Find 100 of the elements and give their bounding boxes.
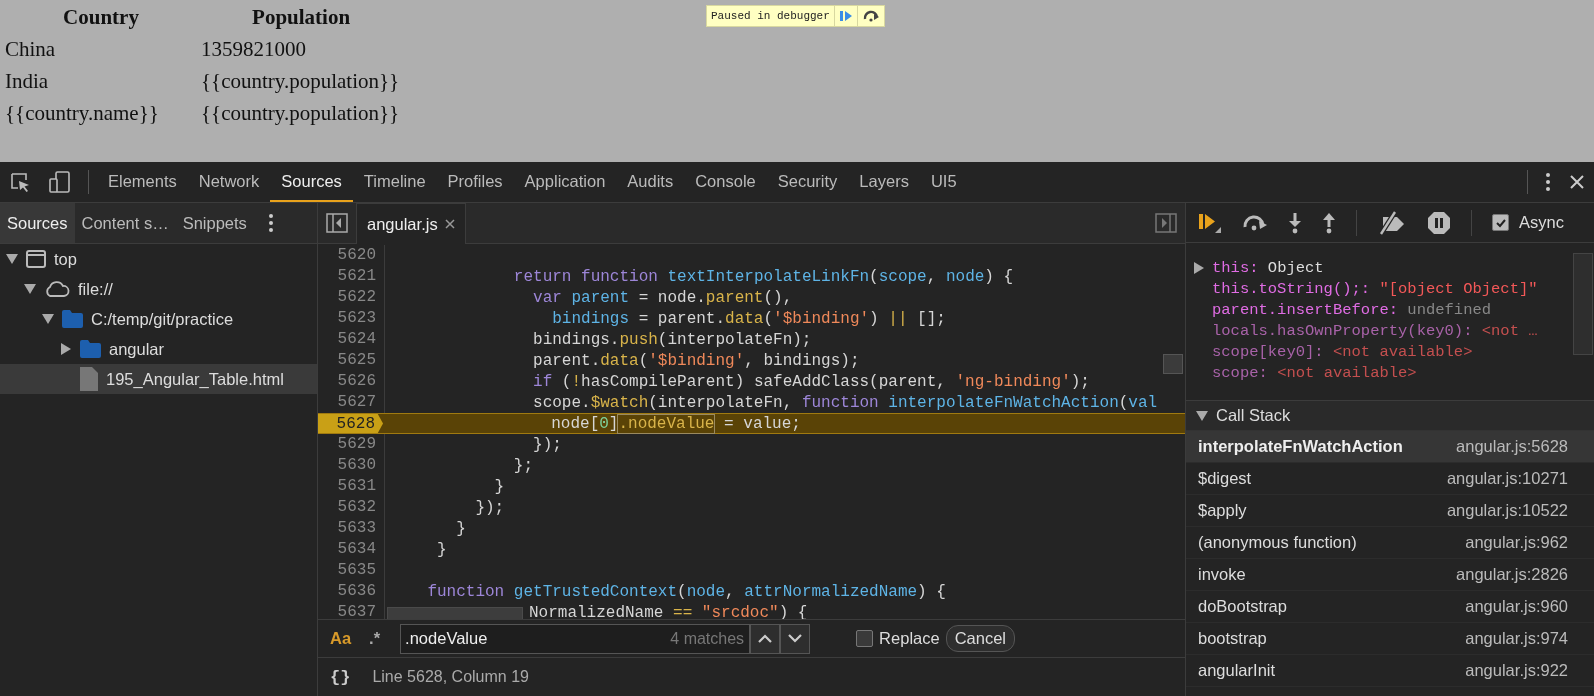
expand-arrow-icon[interactable] xyxy=(1194,261,1204,274)
regex-toggle[interactable]: .* xyxy=(363,627,387,650)
device-icon[interactable] xyxy=(49,170,71,194)
navigator-tab[interactable]: Sources xyxy=(0,203,75,243)
panel-tab[interactable]: Application xyxy=(513,162,617,202)
call-frame[interactable]: interpolateFnWatchAction angular.js:5628 xyxy=(1186,431,1594,463)
scrollbar-thumb[interactable] xyxy=(387,607,523,619)
tree-item[interactable]: file:// xyxy=(0,274,317,304)
table-cell-text: {{country.population}} xyxy=(200,100,401,127)
line-number: 5630 xyxy=(318,455,385,476)
scrollbar-thumb[interactable] xyxy=(1163,354,1183,374)
call-frame[interactable]: (anonymous function) angular.js:962 xyxy=(1186,527,1594,559)
panel-tab[interactable]: Console xyxy=(684,162,767,202)
file-tab[interactable]: angular.js xyxy=(356,202,466,244)
scrollbar-thumb[interactable] xyxy=(1573,253,1593,355)
code-line: function getTrustedContext(node, attrNormalizedName) { xyxy=(426,582,946,601)
folder-icon xyxy=(80,340,101,358)
function-name: invoke xyxy=(1198,565,1246,584)
table-cell-text: {{country.name}} xyxy=(4,100,160,127)
tree-item[interactable]: C:/temp/git/practice xyxy=(0,304,317,334)
expanded-arrow-icon[interactable] xyxy=(24,284,36,294)
source-location: angular.js:960 xyxy=(1465,597,1568,616)
close-icon[interactable] xyxy=(1569,174,1585,190)
sidebar-toggle-icon[interactable] xyxy=(326,213,348,233)
step-into-icon[interactable] xyxy=(1288,211,1302,234)
resume-icon[interactable] xyxy=(1198,211,1222,234)
match-case-toggle[interactable]: Aa xyxy=(324,627,358,650)
cursor-position: Line 5628, Column 19 xyxy=(372,668,529,686)
code-line: return function textInterpolateLinkFn(scope, node) { xyxy=(512,267,1014,286)
inspect-icon[interactable] xyxy=(9,171,31,193)
expanded-arrow-icon[interactable] xyxy=(42,314,54,324)
panel-tab[interactable]: Security xyxy=(766,162,849,202)
replace-checkbox[interactable] xyxy=(856,630,874,647)
table-cell-text: 1359821000 xyxy=(200,36,307,63)
expanded-arrow-icon[interactable] xyxy=(6,254,18,264)
code-line: if (!hasCompileParent) safeAddClass(parent, 'ng-binding'); xyxy=(532,372,1090,391)
call-frame[interactable]: angularInit angular.js:922 xyxy=(1186,655,1594,687)
code-line: }); xyxy=(474,498,505,517)
panel-tab[interactable]: Audits xyxy=(616,162,685,202)
call-frame[interactable]: bootstrap angular.js:974 xyxy=(1186,623,1594,655)
source-location: angular.js:962 xyxy=(1465,533,1568,552)
previous-match-button[interactable] xyxy=(750,623,781,654)
panel-tab[interactable]: Network xyxy=(187,162,271,202)
tree-item[interactable]: 195_Angular_Table.html xyxy=(0,364,317,394)
pretty-print-button[interactable]: {} xyxy=(328,667,353,687)
line-number: 5620 xyxy=(318,245,385,266)
call-frame[interactable]: $digest angular.js:10271 xyxy=(1186,463,1594,495)
line-number: 5631 xyxy=(318,476,385,497)
step-over-icon[interactable] xyxy=(1242,214,1268,231)
async-checkbox[interactable] xyxy=(1492,214,1509,231)
file-icon xyxy=(80,367,98,391)
column-header: Population xyxy=(251,4,352,31)
line-number: 5636 xyxy=(318,581,385,602)
step-over-icon xyxy=(861,10,880,22)
chevron-down-icon xyxy=(788,634,803,643)
call-stack-title: Call Stack xyxy=(1216,406,1291,425)
code-line: NormalizedName == "srcdoc") { xyxy=(528,603,808,619)
match-count: 4 matches xyxy=(670,629,746,648)
call-frame[interactable]: invoke angular.js:2826 xyxy=(1186,559,1594,591)
line-number: 5623 xyxy=(318,308,385,329)
call-frame[interactable]: doBootstrap angular.js:960 xyxy=(1186,591,1594,623)
breakpoints-off-icon[interactable] xyxy=(1377,210,1407,235)
line-number: 5629 xyxy=(318,434,385,455)
code-line: parent.data('$binding', bindings); xyxy=(532,351,860,370)
code-line: } xyxy=(436,540,447,559)
more-icon[interactable] xyxy=(267,213,274,233)
table-cell-text: China xyxy=(4,36,57,63)
file-tab-label: angular.js xyxy=(367,214,438,234)
function-name: interpolateFnWatchAction xyxy=(1198,437,1403,456)
panel-tab[interactable]: Layers xyxy=(848,162,920,202)
panel-tab[interactable]: UI5 xyxy=(919,162,968,202)
panel-tab[interactable]: Timeline xyxy=(352,162,437,202)
tree-item[interactable]: angular xyxy=(0,334,317,364)
call-frame[interactable]: $apply angular.js:10522 xyxy=(1186,495,1594,527)
navigator-tab[interactable]: Content s… xyxy=(74,203,176,243)
function-name: $apply xyxy=(1198,501,1247,520)
pause-on-exceptions-icon[interactable] xyxy=(1427,210,1451,235)
line-number: 5621 xyxy=(318,266,385,287)
sidebar-toggle-icon[interactable] xyxy=(1155,213,1177,233)
next-match-button[interactable] xyxy=(780,623,811,654)
line-number: 5625 xyxy=(318,350,385,371)
close-icon[interactable] xyxy=(444,219,455,229)
tree-label: C:/temp/git/practice xyxy=(91,309,234,329)
line-number: 5632 xyxy=(318,497,385,518)
panel-tab[interactable]: Elements xyxy=(97,162,188,202)
step-out-icon[interactable] xyxy=(1322,211,1336,234)
navigator-tab[interactable]: Snippets xyxy=(175,203,254,243)
folder-icon xyxy=(62,310,83,328)
call-stack-header[interactable]: Call Stack xyxy=(1186,401,1594,431)
source-location: angular.js:10271 xyxy=(1446,469,1568,488)
tree-item[interactable]: top xyxy=(0,244,317,274)
async-label: Async xyxy=(1519,213,1564,232)
more-icon[interactable] xyxy=(1545,171,1551,193)
cancel-button[interactable]: Cancel xyxy=(945,625,1016,652)
function-name: doBootstrap xyxy=(1198,597,1287,616)
resume-icon xyxy=(838,10,853,22)
panel-tab[interactable]: Profiles xyxy=(436,162,514,202)
collapsed-arrow-icon[interactable] xyxy=(61,343,71,355)
expanded-arrow-icon[interactable] xyxy=(1196,410,1208,421)
tree-label: angular xyxy=(109,339,165,359)
